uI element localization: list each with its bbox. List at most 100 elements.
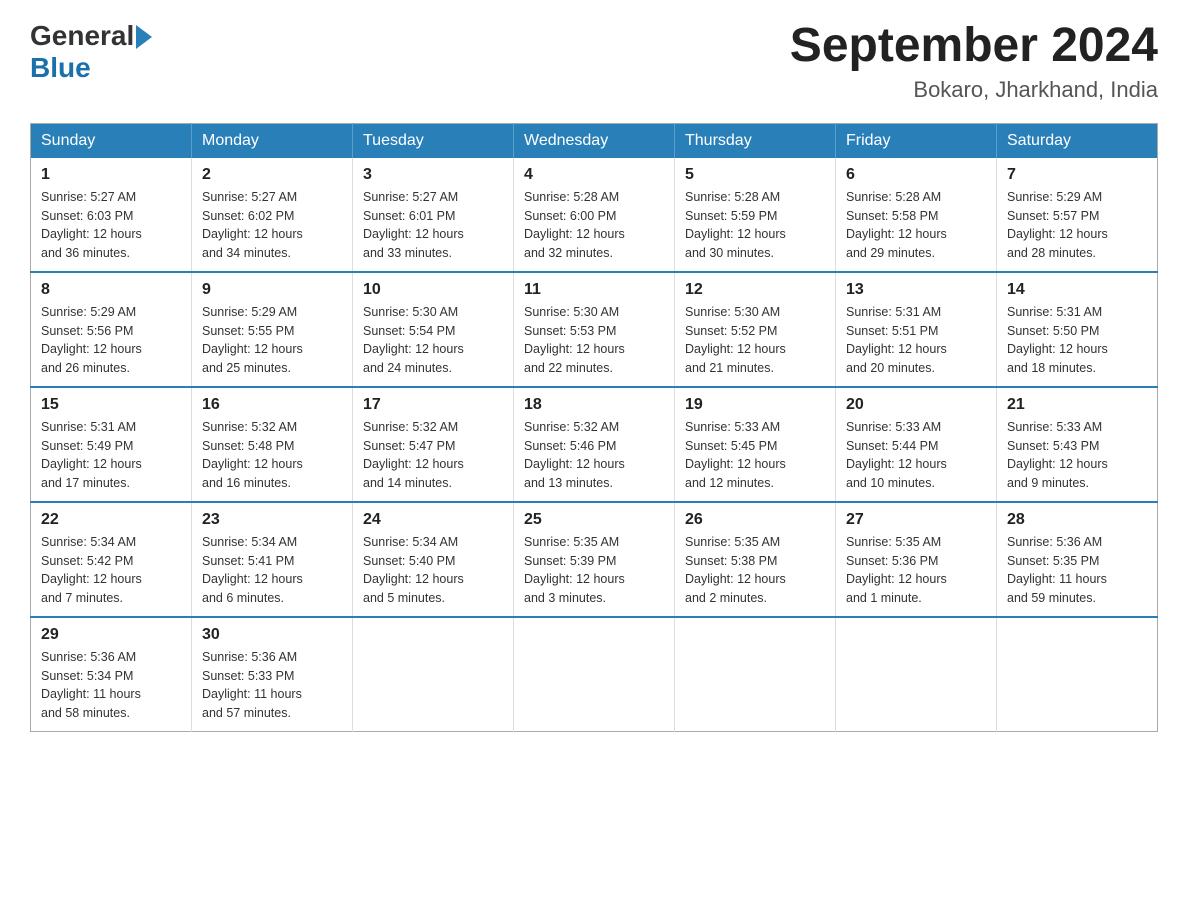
calendar-cell: 4 Sunrise: 5:28 AMSunset: 6:00 PMDaylight… <box>514 158 675 272</box>
day-info: Sunrise: 5:28 AMSunset: 5:58 PMDaylight:… <box>846 188 986 263</box>
day-number: 6 <box>846 166 986 184</box>
day-number: 10 <box>363 281 503 299</box>
day-number: 3 <box>363 166 503 184</box>
day-number: 17 <box>363 396 503 414</box>
day-info: Sunrise: 5:27 AMSunset: 6:01 PMDaylight:… <box>363 188 503 263</box>
weekday-header-sunday: Sunday <box>31 123 192 158</box>
day-number: 23 <box>202 511 342 529</box>
day-info: Sunrise: 5:31 AMSunset: 5:49 PMDaylight:… <box>41 418 181 493</box>
calendar-cell: 30 Sunrise: 5:36 AMSunset: 5:33 PMDayligh… <box>192 617 353 732</box>
logo: General Blue <box>30 20 152 84</box>
day-number: 1 <box>41 166 181 184</box>
day-info: Sunrise: 5:29 AMSunset: 5:56 PMDaylight:… <box>41 303 181 378</box>
day-info: Sunrise: 5:36 AMSunset: 5:35 PMDaylight:… <box>1007 533 1147 608</box>
calendar-cell <box>675 617 836 732</box>
calendar-cell: 24Sunrise: 5:34 AMSunset: 5:40 PMDayligh… <box>353 502 514 617</box>
weekday-header-saturday: Saturday <box>997 123 1158 158</box>
day-info: Sunrise: 5:30 AMSunset: 5:54 PMDaylight:… <box>363 303 503 378</box>
calendar-cell <box>353 617 514 732</box>
calendar-cell: 3 Sunrise: 5:27 AMSunset: 6:01 PMDaylight… <box>353 158 514 272</box>
calendar-cell: 17 Sunrise: 5:32 AMSunset: 5:47 PMDayligh… <box>353 387 514 502</box>
day-info: Sunrise: 5:34 AMSunset: 5:42 PMDaylight:… <box>41 533 181 608</box>
day-number: 26 <box>685 511 825 529</box>
day-number: 20 <box>846 396 986 414</box>
day-number: 29 <box>41 626 181 644</box>
calendar-cell: 10 Sunrise: 5:30 AMSunset: 5:54 PMDayligh… <box>353 272 514 387</box>
day-number: 4 <box>524 166 664 184</box>
calendar-cell: 27Sunrise: 5:35 AMSunset: 5:36 PMDayligh… <box>836 502 997 617</box>
calendar-cell: 19 Sunrise: 5:33 AMSunset: 5:45 PMDayligh… <box>675 387 836 502</box>
day-info: Sunrise: 5:27 AMSunset: 6:03 PMDaylight:… <box>41 188 181 263</box>
day-info: Sunrise: 5:34 AMSunset: 5:41 PMDaylight:… <box>202 533 342 608</box>
day-number: 2 <box>202 166 342 184</box>
day-info: Sunrise: 5:31 AMSunset: 5:51 PMDaylight:… <box>846 303 986 378</box>
weekday-header-friday: Friday <box>836 123 997 158</box>
day-number: 12 <box>685 281 825 299</box>
calendar-title-section: September 2024 Bokaro, Jharkhand, India <box>790 20 1158 103</box>
day-info: Sunrise: 5:29 AMSunset: 5:57 PMDaylight:… <box>1007 188 1147 263</box>
day-number: 19 <box>685 396 825 414</box>
calendar-cell: 23 Sunrise: 5:34 AMSunset: 5:41 PMDayligh… <box>192 502 353 617</box>
calendar-cell: 29 Sunrise: 5:36 AMSunset: 5:34 PMDayligh… <box>31 617 192 732</box>
day-info: Sunrise: 5:33 AMSunset: 5:44 PMDaylight:… <box>846 418 986 493</box>
calendar-cell: 26 Sunrise: 5:35 AMSunset: 5:38 PMDayligh… <box>675 502 836 617</box>
day-info: Sunrise: 5:32 AMSunset: 5:48 PMDaylight:… <box>202 418 342 493</box>
logo-arrow-icon <box>136 25 152 49</box>
day-info: Sunrise: 5:36 AMSunset: 5:33 PMDaylight:… <box>202 648 342 723</box>
page-header: General Blue September 2024 Bokaro, Jhar… <box>30 20 1158 103</box>
day-info: Sunrise: 5:36 AMSunset: 5:34 PMDaylight:… <box>41 648 181 723</box>
day-info: Sunrise: 5:28 AMSunset: 6:00 PMDaylight:… <box>524 188 664 263</box>
calendar-cell: 13 Sunrise: 5:31 AMSunset: 5:51 PMDayligh… <box>836 272 997 387</box>
calendar-subtitle: Bokaro, Jharkhand, India <box>790 77 1158 103</box>
day-info: Sunrise: 5:33 AMSunset: 5:45 PMDaylight:… <box>685 418 825 493</box>
calendar-week-row: 29 Sunrise: 5:36 AMSunset: 5:34 PMDayligh… <box>31 617 1158 732</box>
day-number: 21 <box>1007 396 1147 414</box>
day-info: Sunrise: 5:29 AMSunset: 5:55 PMDaylight:… <box>202 303 342 378</box>
day-number: 13 <box>846 281 986 299</box>
calendar-title: September 2024 <box>790 20 1158 73</box>
day-number: 7 <box>1007 166 1147 184</box>
calendar-week-row: 22Sunrise: 5:34 AMSunset: 5:42 PMDayligh… <box>31 502 1158 617</box>
calendar-cell: 6 Sunrise: 5:28 AMSunset: 5:58 PMDaylight… <box>836 158 997 272</box>
day-info: Sunrise: 5:32 AMSunset: 5:47 PMDaylight:… <box>363 418 503 493</box>
calendar-cell <box>997 617 1158 732</box>
calendar-cell: 9Sunrise: 5:29 AMSunset: 5:55 PMDaylight… <box>192 272 353 387</box>
day-number: 11 <box>524 281 664 299</box>
day-number: 25 <box>524 511 664 529</box>
day-info: Sunrise: 5:33 AMSunset: 5:43 PMDaylight:… <box>1007 418 1147 493</box>
day-number: 15 <box>41 396 181 414</box>
day-info: Sunrise: 5:32 AMSunset: 5:46 PMDaylight:… <box>524 418 664 493</box>
day-info: Sunrise: 5:35 AMSunset: 5:38 PMDaylight:… <box>685 533 825 608</box>
calendar-cell: 14 Sunrise: 5:31 AMSunset: 5:50 PMDayligh… <box>997 272 1158 387</box>
calendar-cell: 12 Sunrise: 5:30 AMSunset: 5:52 PMDayligh… <box>675 272 836 387</box>
calendar-cell: 25Sunrise: 5:35 AMSunset: 5:39 PMDayligh… <box>514 502 675 617</box>
weekday-header-monday: Monday <box>192 123 353 158</box>
calendar-cell: 7 Sunrise: 5:29 AMSunset: 5:57 PMDaylight… <box>997 158 1158 272</box>
calendar-week-row: 15 Sunrise: 5:31 AMSunset: 5:49 PMDayligh… <box>31 387 1158 502</box>
calendar-cell: 5Sunrise: 5:28 AMSunset: 5:59 PMDaylight… <box>675 158 836 272</box>
calendar-cell <box>514 617 675 732</box>
day-info: Sunrise: 5:30 AMSunset: 5:53 PMDaylight:… <box>524 303 664 378</box>
day-info: Sunrise: 5:34 AMSunset: 5:40 PMDaylight:… <box>363 533 503 608</box>
calendar-cell: 21 Sunrise: 5:33 AMSunset: 5:43 PMDayligh… <box>997 387 1158 502</box>
day-number: 27 <box>846 511 986 529</box>
calendar-cell: 2 Sunrise: 5:27 AMSunset: 6:02 PMDaylight… <box>192 158 353 272</box>
calendar-cell: 16 Sunrise: 5:32 AMSunset: 5:48 PMDayligh… <box>192 387 353 502</box>
day-info: Sunrise: 5:30 AMSunset: 5:52 PMDaylight:… <box>685 303 825 378</box>
day-info: Sunrise: 5:27 AMSunset: 6:02 PMDaylight:… <box>202 188 342 263</box>
weekday-header-wednesday: Wednesday <box>514 123 675 158</box>
calendar-cell: 22Sunrise: 5:34 AMSunset: 5:42 PMDayligh… <box>31 502 192 617</box>
calendar-cell: 18Sunrise: 5:32 AMSunset: 5:46 PMDayligh… <box>514 387 675 502</box>
day-info: Sunrise: 5:31 AMSunset: 5:50 PMDaylight:… <box>1007 303 1147 378</box>
day-number: 14 <box>1007 281 1147 299</box>
calendar-week-row: 1 Sunrise: 5:27 AMSunset: 6:03 PMDaylight… <box>31 158 1158 272</box>
day-number: 16 <box>202 396 342 414</box>
calendar-cell: 28 Sunrise: 5:36 AMSunset: 5:35 PMDayligh… <box>997 502 1158 617</box>
day-info: Sunrise: 5:28 AMSunset: 5:59 PMDaylight:… <box>685 188 825 263</box>
calendar-cell: 8Sunrise: 5:29 AMSunset: 5:56 PMDaylight… <box>31 272 192 387</box>
calendar-table: SundayMondayTuesdayWednesdayThursdayFrid… <box>30 123 1158 732</box>
weekday-header-tuesday: Tuesday <box>353 123 514 158</box>
day-number: 30 <box>202 626 342 644</box>
weekday-header-thursday: Thursday <box>675 123 836 158</box>
day-number: 28 <box>1007 511 1147 529</box>
